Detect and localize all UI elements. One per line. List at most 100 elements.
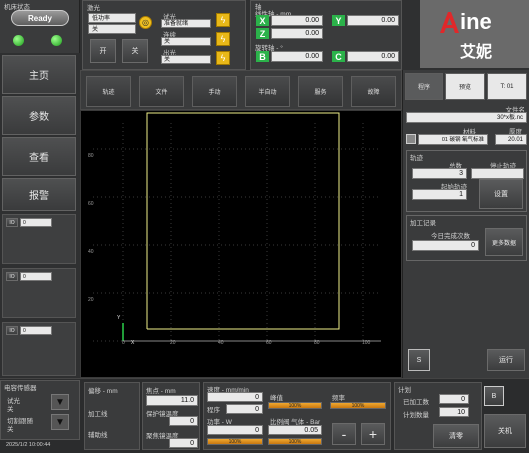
s-button[interactable]: S	[408, 349, 430, 371]
power-value: 0	[207, 425, 263, 435]
toolbar-manual-button[interactable]: 手动	[192, 76, 237, 107]
io-slot-1-button[interactable]: IO	[6, 218, 18, 227]
gas-value: 0.05	[268, 425, 322, 435]
lightning-icon-1[interactable]: ϟ	[216, 13, 230, 27]
material-icon	[406, 134, 416, 144]
material-value: 01 碳钢 氧气标准	[418, 134, 488, 145]
toolbar-fault-button[interactable]: 故障	[351, 76, 396, 107]
trace-group: 轨迹 总数 停止轨迹 3 起始轨迹 1 设置	[406, 150, 527, 212]
status-led-green-2	[51, 35, 62, 46]
sensor-panel: 电容传感器 试光 关 ▼ 切割跟随 关 ▼	[0, 380, 80, 440]
io-slot-2-button[interactable]: IO	[6, 272, 18, 281]
peak-label: 峰值	[270, 395, 283, 402]
sensor-test-dropdown-icon[interactable]: ▼	[51, 394, 69, 410]
axes-panel: 轴 线性轴 - mm X 0.00 Y 0.00 Z 0.00 旋转轴 - ° …	[250, 0, 402, 70]
status-led-green-1	[13, 35, 24, 46]
laser-emit-value: 关	[161, 55, 211, 64]
toolbar-service-button[interactable]: 服务	[298, 76, 343, 107]
trace-reset-button[interactable]: 设置	[479, 179, 523, 209]
x-tick-60: 60	[266, 340, 272, 346]
tab-tool[interactable]: T: 01	[487, 73, 527, 100]
offset-title: 偏移 - mm	[88, 388, 118, 395]
today-count-label: 今日完成次数	[431, 233, 470, 240]
laser-warning-icon: ◎	[139, 16, 152, 29]
laser-title: 激光	[87, 5, 100, 12]
y-tick-20: 20	[88, 297, 94, 303]
toolbar-track-button[interactable]: 轨迹	[86, 76, 131, 107]
power-bar-text: 100%	[228, 439, 242, 445]
toolbar-file-button[interactable]: 文件	[139, 76, 184, 107]
sensor-title: 电容传感器	[4, 385, 37, 392]
program-speed-label: 程序	[207, 407, 220, 414]
toolpath-canvas[interactable]: 80 60 40 20 0 20 40 60 80 100 X Y	[80, 110, 402, 378]
sensor-follow-dropdown-icon[interactable]: ▼	[51, 414, 69, 430]
stop-trace-value[interactable]	[471, 168, 524, 179]
main-toolbar: 轨迹 文件 手动 半自动 服务 故障	[80, 70, 402, 110]
decrease-button[interactable]: -	[332, 423, 356, 445]
freq-label: 频率	[332, 395, 345, 402]
c-axis-badge: C	[332, 51, 345, 62]
today-count-value: 0	[412, 240, 479, 251]
run-button[interactable]: 运行	[487, 349, 525, 371]
focus-value: 11.0	[146, 395, 198, 406]
toolpath-line	[146, 112, 340, 330]
speed-value: 0	[207, 392, 263, 402]
brand-name: ine	[460, 9, 492, 34]
freq-bar-text: 100%	[351, 403, 365, 409]
freq-bar[interactable]: 100%	[330, 402, 386, 409]
brand-logo: ine 艾妮	[420, 0, 529, 68]
io-slot-3-button[interactable]: IO	[6, 326, 18, 335]
x-tick-80: 80	[314, 340, 320, 346]
y-axis-value: 0.00	[347, 15, 399, 26]
x-axis-value: 0.00	[271, 15, 323, 26]
toolbar-semi-auto-button[interactable]: 半自动	[245, 76, 290, 107]
done-count-value: 0	[439, 394, 469, 404]
offset-process-line: 加工线	[88, 411, 108, 418]
nav-alarm-button[interactable]: 报警	[2, 178, 76, 211]
trace-title: 轨迹	[410, 155, 423, 162]
offset-panel: 偏移 - mm 加工线 辅助线	[84, 382, 140, 450]
power-bar[interactable]: 100%	[207, 438, 263, 445]
peak-bar[interactable]: 100%	[268, 402, 322, 409]
clear-count-button[interactable]: 清零	[433, 424, 479, 448]
gas-bar[interactable]: 100%	[268, 438, 322, 445]
lightning-icon-2[interactable]: ϟ	[216, 32, 230, 46]
more-data-button[interactable]: 更多数据	[485, 228, 523, 256]
plan-count-label: 计划数量	[403, 412, 429, 419]
thickness-value: 20.01	[495, 134, 527, 145]
nav-params-button[interactable]: 参数	[2, 96, 76, 135]
start-trace-value[interactable]: 1	[412, 189, 467, 200]
plan-title: 计划	[398, 387, 411, 394]
ready-indicator: Ready	[11, 10, 69, 26]
increase-button[interactable]: +	[361, 423, 385, 445]
plan-count-value[interactable]: 10	[439, 407, 469, 417]
nav-home-button[interactable]: 主页	[2, 55, 76, 94]
laser-on-button[interactable]: 开	[90, 39, 116, 63]
record-group: 加工记录 今日完成次数 0 更多数据	[406, 215, 527, 261]
x-axis-label: X	[131, 340, 135, 346]
y-axis-badge: Y	[332, 15, 345, 26]
tab-program[interactable]: 程序	[405, 73, 443, 100]
nav-view-button[interactable]: 查看	[2, 137, 76, 176]
b-axis-badge: B	[256, 51, 269, 62]
gas-bar-text: 100%	[288, 439, 302, 445]
protect-mirror-value: 0	[169, 416, 198, 426]
brand-name-cn: 艾妮	[460, 44, 493, 61]
laser-off-button[interactable]: 关	[122, 39, 148, 63]
lightning-icon-3[interactable]: ϟ	[216, 51, 230, 65]
io-slot-3: IO 0	[2, 322, 76, 376]
shutdown-button[interactable]: 关机	[484, 414, 526, 448]
laser-panel: 激光 低功率 关 ◎ 开 关 试光 准备就绪 连续 关 出光 关 ϟ ϟ ϟ	[82, 0, 246, 70]
machine-status-panel: 机床状态 Ready	[0, 0, 80, 53]
laser-continuous-value: 关	[161, 37, 211, 46]
peak-bar-text: 100%	[288, 403, 302, 409]
tab-preview[interactable]: 预览	[445, 73, 485, 100]
io-slot-1: IO 0	[2, 214, 76, 264]
offset-aux-line: 辅助线	[88, 432, 108, 439]
file-name-value: 30*x板.nc	[406, 112, 527, 123]
y-tick-40: 40	[88, 249, 94, 255]
program-speed-value: 0	[226, 404, 263, 414]
b-square-button[interactable]: B	[484, 386, 504, 406]
io-slot-2-value: 0	[20, 272, 52, 281]
x-axis-badge: X	[256, 15, 269, 26]
